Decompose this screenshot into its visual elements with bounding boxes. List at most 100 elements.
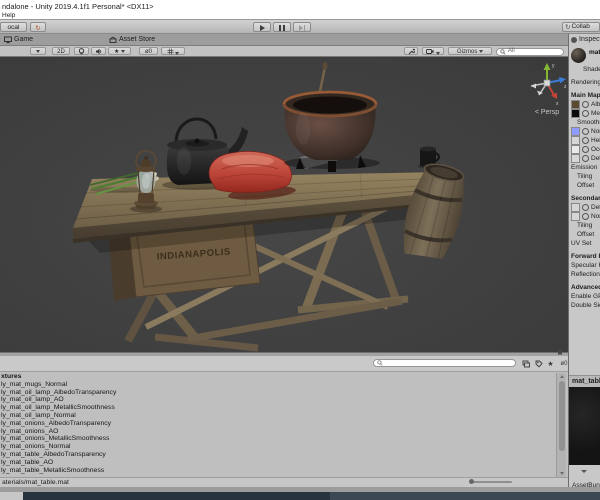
inspector-row[interactable]: Detail Mask [571, 154, 600, 163]
shader-label[interactable]: Shader [583, 66, 600, 73]
inspector-row[interactable]: Main Maps [571, 91, 600, 100]
inspector-row[interactable]: Normal Map [571, 212, 600, 221]
inspector-row[interactable]: Secondary Maps [571, 194, 600, 203]
project-item[interactable]: ly_mat_oil_lamp_AlbedoTransparency [0, 389, 556, 397]
project-folder-row[interactable]: xtures [0, 373, 556, 381]
texture-swatch[interactable] [571, 203, 580, 212]
material-preview-box[interactable] [569, 387, 600, 465]
search-by-type-icon[interactable] [520, 359, 531, 369]
project-item[interactable]: ly_mat_onions_AO [0, 428, 556, 436]
pivot-local-button[interactable]: ocal [0, 22, 27, 32]
scroll-down-icon[interactable] [559, 472, 564, 475]
texture-picker-icon[interactable] [582, 204, 589, 211]
texture-swatch[interactable] [571, 136, 580, 145]
play-button[interactable] [253, 22, 271, 32]
tab-game[interactable]: Game [0, 34, 37, 46]
project-item[interactable]: ly_mat_table_AlbedoTransparency [0, 451, 556, 459]
project-item[interactable]: ly_mat_table_MetallicSmoothness [0, 467, 556, 475]
inspector-row[interactable]: Occlusion [571, 145, 600, 154]
inspector-row[interactable]: Height Map [571, 136, 600, 145]
material-preview-sphere [571, 48, 586, 63]
inspector-row[interactable]: Tiling [571, 221, 600, 230]
inspector-row[interactable]: Smoothness [571, 118, 600, 127]
texture-swatch[interactable] [571, 145, 580, 154]
inspector-row[interactable]: Normal Map [571, 127, 600, 136]
project-item[interactable]: ly_mat_oil_lamp_AO [0, 396, 556, 404]
pause-button[interactable] [273, 22, 291, 32]
gizmos-dropdown[interactable]: Gizmos [448, 47, 492, 55]
inspector-row[interactable]: Double Sided Global Illumination [571, 301, 600, 310]
grid-settings-dropdown[interactable] [161, 47, 185, 55]
scene-lighting-button[interactable] [74, 47, 89, 55]
inspector-row[interactable]: Detail Albedo x2 [571, 203, 600, 212]
game-icon [4, 36, 12, 44]
inspector-row[interactable]: Enable GPU Instancing [571, 292, 600, 301]
texture-swatch[interactable] [571, 100, 580, 109]
inspector-row[interactable]: Offset [571, 230, 600, 239]
project-item[interactable]: ly_mat_onions_MetallicSmoothness [0, 435, 556, 443]
favorites-star-icon[interactable]: ★ [546, 359, 555, 369]
texture-swatch[interactable] [571, 109, 580, 118]
project-item[interactable]: ly_mat_table_AO [0, 459, 556, 467]
scene-render[interactable]: INDIANAPOLIS y z x < Persp [0, 57, 568, 352]
scroll-up-icon[interactable] [559, 375, 564, 378]
texture-swatch[interactable] [571, 154, 580, 163]
inspector-row[interactable]: Reflections [571, 270, 600, 279]
project-item[interactable]: ly_mat_onions_Normal [0, 443, 556, 451]
thumbnail-zoom-slider[interactable] [469, 479, 512, 484]
project-list: xtures ly_mat_mugs_Normal ly_mat_oil_lamp… [0, 373, 556, 477]
project-item[interactable]: ly_mat_oil_lamp_Normal [0, 412, 556, 420]
inspector-row[interactable]: Specular Highlights [571, 261, 600, 270]
tab-asset-store[interactable]: Asset Store [105, 34, 159, 46]
step-button[interactable] [293, 22, 311, 32]
inspector-row[interactable]: Emission [571, 163, 600, 172]
texture-picker-icon[interactable] [582, 101, 589, 108]
collab-sync-icon[interactable]: ↻ [30, 22, 46, 32]
tab-inspector[interactable]: Inspector [568, 34, 600, 46]
search-by-label-icon[interactable] [534, 359, 544, 369]
menu-help[interactable]: Help [2, 12, 15, 19]
slider-knob[interactable] [469, 479, 474, 484]
texture-swatch[interactable] [571, 212, 580, 221]
project-search-input[interactable] [373, 359, 516, 367]
scene-audio-button[interactable] [91, 47, 106, 55]
inspector-row[interactable]: Offset [571, 181, 600, 190]
project-item[interactable]: ly_mat_onions_AlbedoTransparency [0, 420, 556, 428]
inspector-row[interactable]: Rendering Mode [571, 78, 600, 87]
texture-picker-icon[interactable] [582, 155, 589, 162]
inspector-row[interactable]: Advanced Options [571, 283, 600, 292]
lock-icon[interactable] [556, 349, 564, 355]
taskbar-strip-right [330, 492, 600, 500]
camera-settings-dropdown[interactable] [422, 47, 444, 55]
material-preview-title[interactable]: mat_table [569, 375, 600, 387]
gizmo-persp-label[interactable]: < Persp [535, 109, 559, 116]
inspector-row[interactable]: Forward Rendering Options [571, 252, 600, 261]
texture-picker-icon[interactable] [582, 137, 589, 144]
chevron-down-icon [175, 51, 180, 55]
pause-icon [274, 25, 290, 31]
inspector-row[interactable]: UV Set [571, 239, 600, 248]
scene-viewport[interactable]: INDIANAPOLIS y z x < Persp [0, 57, 568, 352]
draw-mode-dropdown[interactable] [30, 47, 46, 55]
toggle-2d-button[interactable]: 2D [52, 47, 70, 55]
texture-picker-icon[interactable] [582, 213, 589, 220]
scrollbar-handle[interactable] [558, 381, 565, 451]
project-item[interactable]: ly_mat_mugs_Normal [0, 381, 556, 389]
texture-swatch[interactable] [571, 127, 580, 136]
scene-search-input[interactable]: All [496, 47, 564, 56]
tool-settings-button[interactable] [404, 47, 418, 55]
project-item[interactable]: ly_mat_oil_lamp_MetallicSmoothness [0, 404, 556, 412]
chevron-down-icon[interactable] [581, 470, 587, 473]
collab-button[interactable]: ↻ Collab [562, 22, 600, 32]
texture-picker-icon[interactable] [582, 146, 589, 153]
inspector-row-label: Height Map [591, 137, 600, 144]
texture-picker-icon[interactable] [582, 128, 589, 135]
inspector-row-label: Detail Mask [591, 155, 600, 162]
project-scrollbar[interactable] [556, 373, 566, 477]
texture-picker-icon[interactable] [582, 110, 589, 117]
scene-visibility-button[interactable]: ø0 [139, 47, 158, 55]
scene-effects-dropdown[interactable]: ★ [108, 47, 131, 55]
inspector-row[interactable]: Metallic [571, 109, 600, 118]
inspector-row[interactable]: Albedo [571, 100, 600, 109]
inspector-row[interactable]: Tiling [571, 172, 600, 181]
